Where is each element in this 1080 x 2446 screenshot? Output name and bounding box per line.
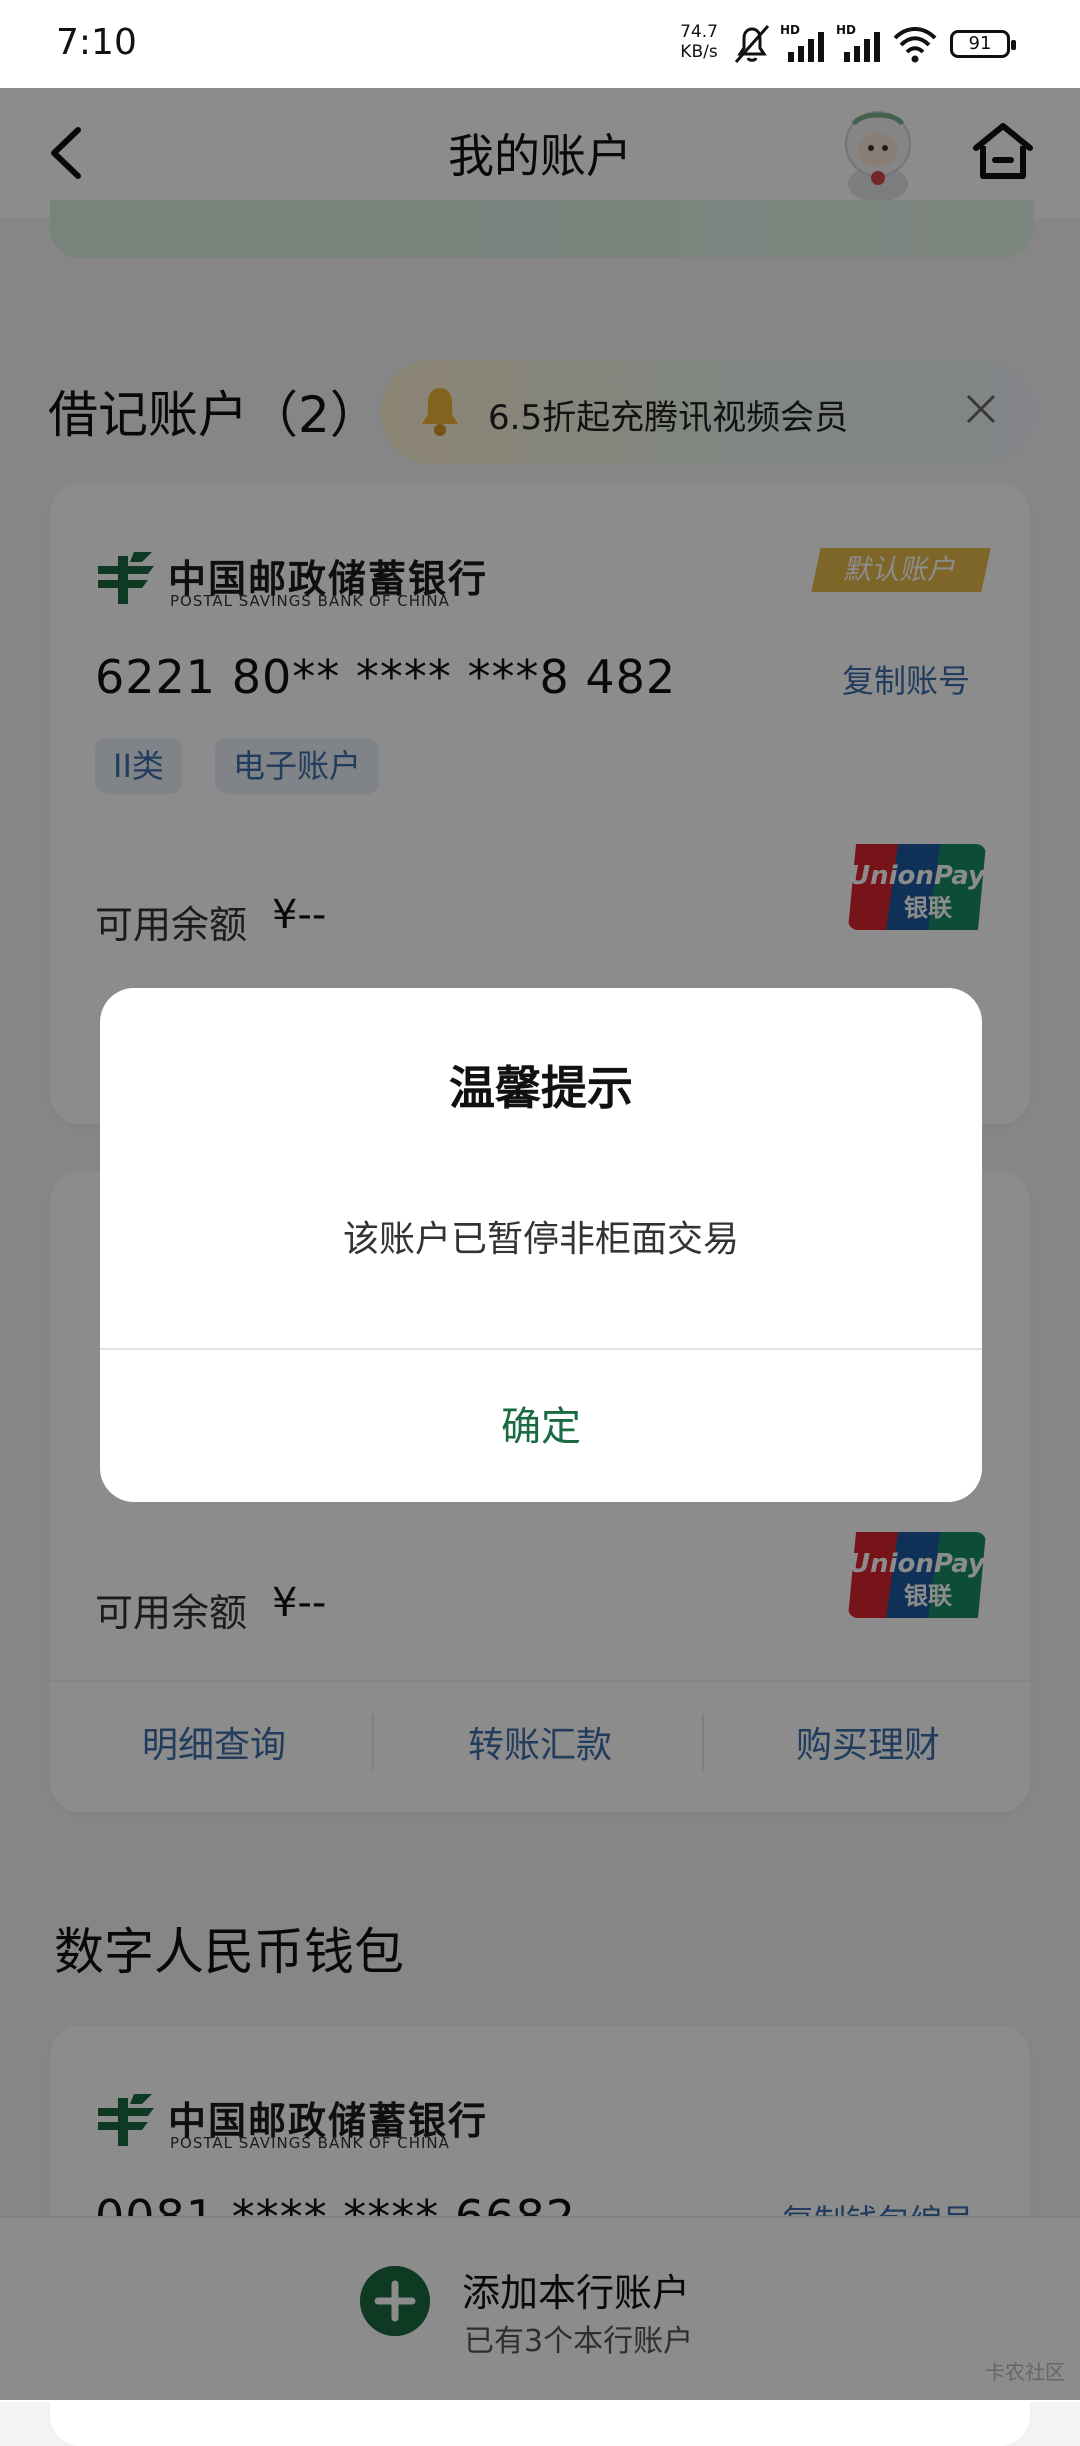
mute-bell-icon [734,25,770,63]
wifi-icon [893,27,937,63]
status-time: 7:10 [56,22,137,63]
dialog-message: 该账户已暂停非柜面交易 [342,1219,739,1260]
svg-text:HD: HD [780,23,800,37]
alert-dialog: 温馨提示 该账户已暂停非柜面交易 确定 [100,988,982,1502]
net-speed: 74.7 KB/s [675,22,723,62]
watermark-text: 卡农社区 [985,2360,1065,2384]
battery-icon: 91 [950,30,1016,58]
confirm-button[interactable]: 确定 [100,1350,982,1502]
hd-signal-icon: HD [836,23,880,62]
net-speed-unit: KB/s [680,42,718,62]
dialog-title: 温馨提示 [449,1061,633,1115]
svg-text:HD: HD [836,23,856,37]
hd-signal-icon: HD [780,23,824,62]
net-speed-value: 74.7 [680,22,718,42]
